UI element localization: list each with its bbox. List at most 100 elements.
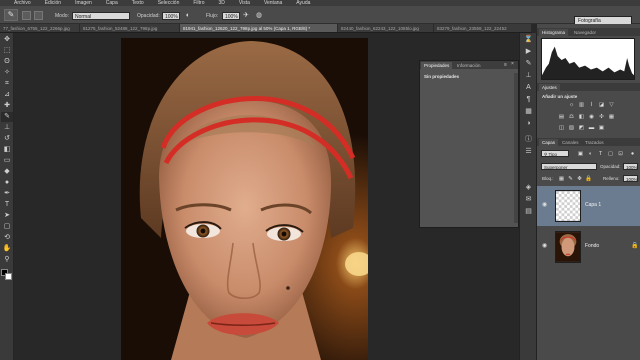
crop-tool-icon[interactable]: ⌗ — [1, 79, 13, 89]
fill-field[interactable]: 100% — [623, 175, 638, 182]
document-tab-active[interactable]: 81941_fashion_12620_122_798p.jpg al 50% … — [180, 24, 338, 32]
pixel-filter-icon[interactable]: ▣ — [577, 151, 584, 157]
notes-panel-icon[interactable]: ✉ — [523, 195, 534, 205]
lasso-tool-icon[interactable]: ʘ — [1, 57, 13, 67]
tab-properties[interactable]: Propiedades — [421, 62, 453, 69]
tab-adjustments[interactable]: Ajustes — [539, 84, 560, 91]
clone-stamp-tool-icon[interactable]: ⊥ — [1, 123, 13, 133]
history-panel-icon[interactable]: ⌛ — [523, 35, 534, 45]
smart-object-filter-icon[interactable]: ⊡ — [617, 151, 624, 157]
3d-panel-icon[interactable]: ◈ — [523, 183, 534, 193]
collapsed-panels-strip: ⌛ ▶ ✎ ⊥ A ¶ ▦ ◑ ⓘ ☰ ◈ ✉ ▤ — [519, 33, 537, 360]
layer-name: Fondo — [585, 243, 600, 249]
info-panel-icon[interactable]: ⓘ — [523, 135, 534, 145]
type-filter-icon[interactable]: T — [597, 151, 604, 157]
lock-all-icon[interactable]: 🔒 — [585, 176, 592, 182]
histogram-graph — [541, 38, 635, 80]
airbrush-icon[interactable]: ✈ — [241, 11, 251, 21]
scrollbar[interactable] — [514, 73, 518, 223]
flow-field[interactable]: 100% — [222, 12, 240, 20]
tab-navigator[interactable]: Navegador — [571, 29, 599, 36]
zoom-tool-icon[interactable]: ⚲ — [1, 255, 13, 265]
posterize-icon[interactable]: ▨ — [568, 125, 575, 131]
document-tab[interactable]: 77_fashion_6755_122_2266p.jpg — [0, 24, 80, 32]
lock-pixels-icon[interactable]: ✎ — [567, 176, 574, 182]
marquee-tool-icon[interactable]: ⬚ — [1, 46, 13, 56]
curves-icon[interactable]: ⌇ — [588, 102, 595, 108]
layer-opacity-field[interactable]: 100% — [623, 163, 638, 170]
channel-mixer-icon[interactable]: ✣ — [598, 114, 605, 120]
shape-tool-icon[interactable]: ▢ — [1, 222, 13, 232]
3d-tool-icon[interactable]: ⟲ — [1, 233, 13, 243]
eyedropper-tool-icon[interactable]: ⊿ — [1, 90, 13, 100]
color-panel-icon[interactable]: ◑ — [523, 119, 534, 129]
opacity-field[interactable]: 100% — [162, 12, 180, 20]
black-white-icon[interactable]: ◧ — [578, 114, 585, 120]
tab-histogram[interactable]: Histograma — [539, 29, 569, 36]
history-brush-tool-icon[interactable]: ↺ — [1, 134, 13, 144]
visibility-eye-icon[interactable]: ◉ — [542, 243, 550, 250]
hand-tool-icon[interactable]: ✋ — [1, 244, 13, 254]
pen-tool-icon[interactable]: ✒ — [1, 189, 13, 199]
eraser-tool-icon[interactable]: ◧ — [1, 145, 13, 155]
tab-paths[interactable]: Trazados — [582, 139, 607, 146]
tab-information[interactable]: Información — [454, 62, 484, 69]
lock-label: Bloq.: — [542, 176, 554, 181]
hue-saturation-icon[interactable]: ▤ — [558, 114, 565, 120]
clone-source-icon[interactable]: ⊥ — [523, 71, 534, 81]
invert-icon[interactable]: ◫ — [558, 125, 565, 131]
tab-layers[interactable]: Capas — [539, 139, 559, 146]
shape-filter-icon[interactable]: ▢ — [607, 151, 614, 157]
dodge-tool-icon[interactable]: ● — [1, 178, 13, 188]
path-selection-tool-icon[interactable]: ➤ — [1, 211, 13, 221]
color-lookup-icon[interactable]: ▦ — [608, 114, 615, 120]
document-tab[interactable]: 81275_fashion_52488_122_798p.jpg — [80, 24, 180, 32]
background-color-swatch[interactable] — [5, 273, 12, 280]
layer-filter-select[interactable]: ⚲ Tipo — [541, 150, 569, 157]
document-tab[interactable]: 83279_fashion_23559_122_22452 — [434, 24, 532, 32]
adjustment-filter-icon[interactable]: ◐ — [587, 151, 594, 157]
brush-preset-icon[interactable]: ✎ — [4, 9, 18, 21]
mode-select[interactable]: Normal — [72, 12, 130, 20]
brightness-contrast-icon[interactable]: ☼ — [568, 102, 575, 108]
pressure-size-icon[interactable]: ◍ — [254, 11, 264, 21]
filter-toggle-icon[interactable]: ● — [629, 151, 636, 157]
tab-channels[interactable]: Canales — [559, 139, 582, 146]
levels-icon[interactable]: ▥ — [578, 102, 585, 108]
color-balance-icon[interactable]: ⚖ — [568, 114, 575, 120]
move-tool-icon[interactable]: ✥ — [1, 35, 13, 45]
actions-panel-icon[interactable]: ▶ — [523, 47, 534, 57]
vibrance-icon[interactable]: ▽ — [608, 102, 615, 108]
lock-transparency-icon[interactable]: ▦ — [558, 176, 565, 182]
layer-row-fondo[interactable]: ◉ Fondo 🔒 — [537, 227, 640, 267]
swatches-panel-icon[interactable]: ▦ — [523, 107, 534, 117]
document-tab[interactable]: 82440_fashion_62243_122_1085lo.jpg — [338, 24, 434, 32]
character-panel-icon[interactable]: A — [523, 83, 534, 93]
brush-panel-icon[interactable]: ✎ — [523, 59, 534, 69]
panel-menu-icon[interactable]: ≡ — [504, 62, 507, 68]
quick-selection-tool-icon[interactable]: ✧ — [1, 68, 13, 78]
pressure-opacity-icon[interactable]: ◐ — [183, 11, 193, 21]
gradient-tool-icon[interactable]: ▭ — [1, 156, 13, 166]
brush-panel-icon[interactable] — [34, 11, 43, 20]
layer-row-capa-1[interactable]: ◉ Capa 1 — [537, 186, 640, 226]
visibility-eye-icon[interactable]: ◉ — [542, 202, 550, 209]
selective-color-icon[interactable]: ▣ — [598, 125, 605, 131]
threshold-icon[interactable]: ◩ — [578, 125, 585, 131]
exposure-icon[interactable]: ◪ — [598, 102, 605, 108]
gradient-map-icon[interactable]: ▬ — [588, 125, 595, 131]
paragraph-panel-icon[interactable]: ¶ — [523, 95, 534, 105]
blur-tool-icon[interactable]: ◆ — [1, 167, 13, 177]
document-photo[interactable] — [121, 38, 368, 360]
properties-panel-icon[interactable]: ☰ — [523, 147, 534, 157]
brush-tool-icon[interactable]: ✎ — [1, 112, 13, 122]
adjustments-panel-header: Ajustes — [537, 83, 640, 91]
blend-mode-select[interactable]: Superponer — [541, 163, 597, 170]
close-icon[interactable]: × — [511, 61, 514, 67]
lock-position-icon[interactable]: ✥ — [576, 176, 583, 182]
photo-filter-icon[interactable]: ◉ — [588, 114, 595, 120]
type-tool-icon[interactable]: T — [1, 200, 13, 210]
healing-brush-tool-icon[interactable]: ✚ — [1, 101, 13, 111]
brush-size-swatch[interactable] — [22, 11, 31, 20]
timeline-panel-icon[interactable]: ▤ — [523, 207, 534, 217]
